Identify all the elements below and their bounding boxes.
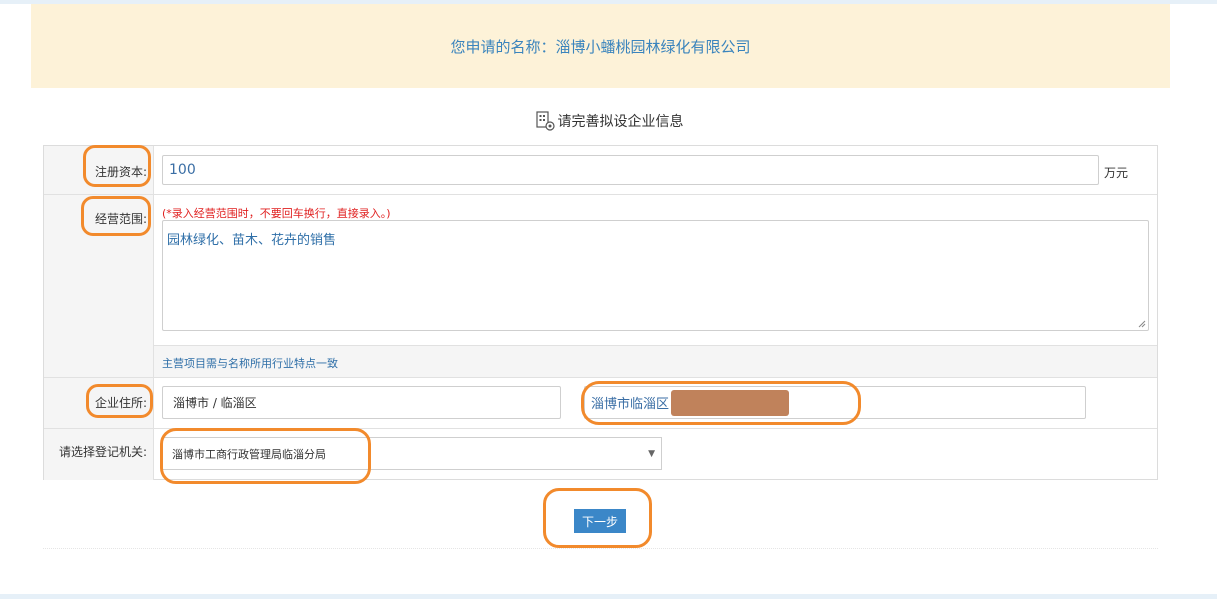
scope-label: 经营范围: [94, 212, 147, 226]
next-step-button[interactable]: 下一步 [574, 509, 626, 533]
scope-text: 园林绿化、苗木、花卉的销售 [167, 233, 337, 248]
scope-label-cell: 经营范围: [44, 195, 154, 377]
row-scope: 经营范围: (*录入经营范围时，不要回车换行，直接录入。) 园林绿化、苗木、花卉… [44, 195, 1157, 378]
row-authority: 请选择登记机关: 淄博市工商行政管理局临淄分局 ▼ [44, 429, 1157, 480]
authority-label: 请选择登记机关: [58, 445, 147, 459]
bottom-border-strip [0, 594, 1217, 599]
capital-label: 注册资本: [94, 165, 147, 179]
scope-hint: 主营项目需与名称所用行业特点一致 [162, 357, 338, 370]
authority-label-cell: 请选择登记机关: [44, 429, 154, 480]
row-address: 企业住所: 淄博市 / 临淄区 淄博市临淄区 [44, 378, 1157, 429]
address-region-select[interactable]: 淄博市 / 临淄区 [162, 386, 561, 419]
address-label: 企业住所: [94, 396, 147, 410]
section-title: 请完善拟设企业信息 [0, 110, 1217, 132]
applied-name-text: 您申请的名称：淄博小蟠桃园林绿化有限公司 [450, 37, 751, 56]
capital-unit: 万元 [1104, 166, 1129, 180]
scope-warning: (*录入经营范围时，不要回车换行，直接录入。) [162, 207, 391, 220]
authority-select[interactable]: 淄博市工商行政管理局临淄分局 ▼ [162, 437, 662, 470]
capital-input[interactable]: 100 [162, 155, 1099, 185]
company-info-form: 注册资本: 100 万元 经营范围: (*录入经营范围时，不要回车换行，直接录入… [43, 145, 1158, 480]
section-title-text: 请完善拟设企业信息 [557, 114, 684, 130]
address-label-cell: 企业住所: [44, 378, 154, 428]
bottom-divider [43, 548, 1158, 549]
form-document-icon [534, 110, 556, 132]
authority-selected: 淄博市工商行政管理局临淄分局 [172, 447, 326, 461]
capital-label-cell: 注册资本: [44, 146, 154, 194]
redacted-address-area [671, 390, 789, 416]
resize-grip-icon[interactable] [1138, 320, 1146, 328]
name-banner: 您申请的名称：淄博小蟠桃园林绿化有限公司 [31, 4, 1170, 88]
row-capital: 注册资本: 100 万元 [44, 146, 1157, 195]
address-detail-input[interactable]: 淄博市临淄区 [584, 386, 1086, 419]
scope-textarea[interactable]: 园林绿化、苗木、花卉的销售 [162, 220, 1149, 331]
dropdown-caret-icon: ▼ [648, 449, 655, 459]
scope-hint-bar: 主营项目需与名称所用行业特点一致 [154, 345, 1157, 377]
